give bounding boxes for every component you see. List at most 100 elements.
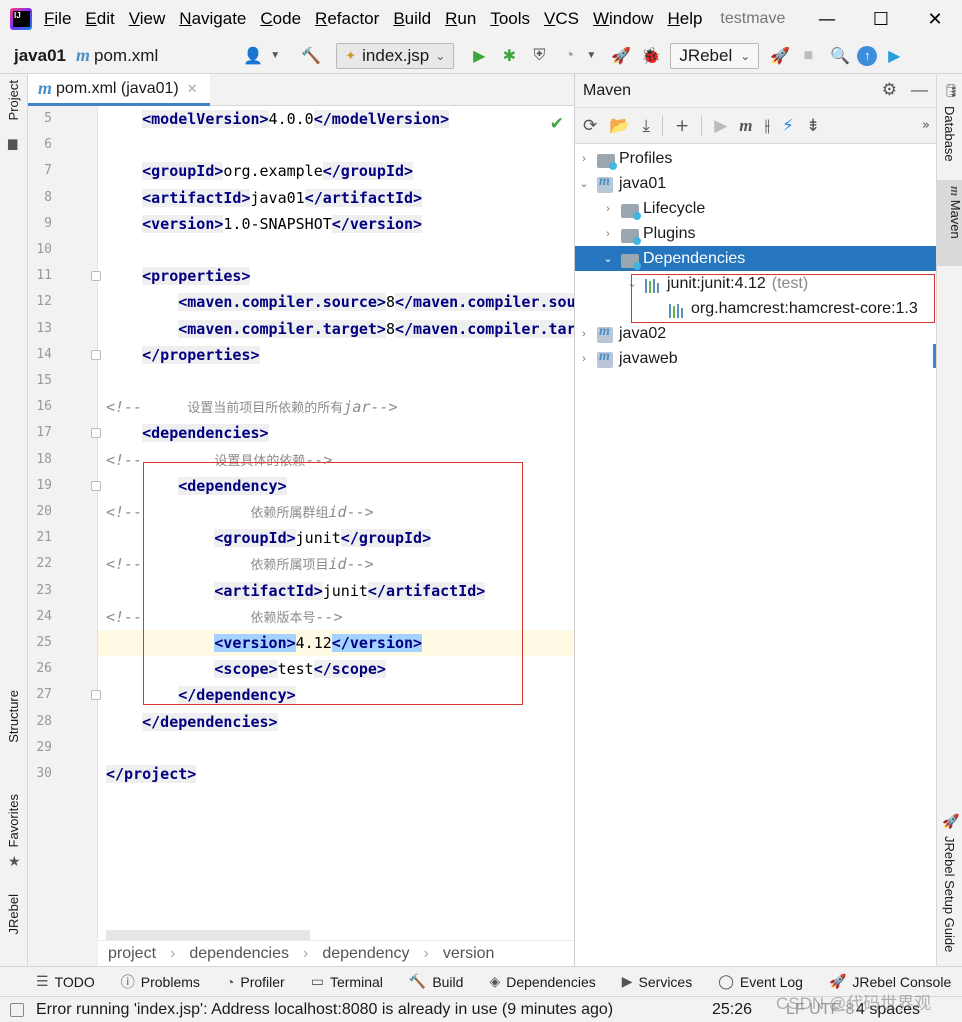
search-icon[interactable]: 🔍	[829, 45, 851, 67]
close-window-icon[interactable]: ✕	[908, 0, 962, 38]
tool-window-terminal[interactable]: ▭ Terminal	[311, 973, 383, 990]
build-hammer-icon[interactable]: 🔨	[300, 45, 322, 67]
chevron-down-icon[interactable]: ▼	[264, 45, 286, 67]
execute-goal-icon[interactable]: m	[739, 116, 752, 136]
status-message[interactable]: Error running 'index.jsp': Address local…	[36, 1001, 613, 1019]
maximize-icon[interactable]: ☐	[854, 0, 908, 38]
gear-icon[interactable]: ⚙	[882, 80, 897, 100]
jrebel-setup-guide-tab[interactable]: JRebel Setup Guide	[942, 836, 957, 952]
line-number: 29	[36, 739, 52, 755]
chevron-right-icon[interactable]: ›	[601, 203, 615, 215]
deploy-icon[interactable]: 🚀	[769, 45, 791, 67]
code-area[interactable]: <modelVersion>4.0.0</modelVersion> <group…	[98, 106, 574, 940]
chevron-right-icon[interactable]: ›	[577, 328, 591, 340]
tree-node[interactable]: › javaweb	[575, 346, 937, 371]
run-icon[interactable]: ▶	[468, 45, 490, 67]
chevron-down-icon[interactable]: ⌄	[601, 252, 615, 265]
tree-node[interactable]: ⌄ Dependencies	[575, 246, 937, 271]
hide-icon[interactable]: —	[911, 80, 928, 100]
update-icon[interactable]: ↑	[857, 45, 878, 66]
favorites-tool-tab[interactable]: Favorites	[6, 794, 21, 847]
close-icon[interactable]: ✕	[187, 81, 198, 97]
menu-vcs[interactable]: VCS	[544, 9, 579, 29]
collapse-all-icon[interactable]: ⇟	[806, 116, 820, 136]
more-icon[interactable]: »	[922, 118, 930, 133]
tree-node[interactable]: › Lifecycle	[575, 196, 937, 221]
folder-icon	[597, 150, 617, 170]
menu-file[interactable]: File	[44, 9, 71, 29]
run-config-select[interactable]: ✦ index.jsp ⌄	[336, 42, 455, 69]
breadcrumb-item[interactable]: dependency	[322, 945, 409, 963]
inspection-ok-icon[interactable]: ✔	[550, 114, 564, 134]
jrebel-tool-tab[interactable]: JRebel	[6, 894, 21, 934]
menu-window[interactable]: Window	[593, 9, 653, 29]
tab-pom-xml[interactable]: m pom.xml (java01) ✕	[28, 74, 210, 106]
breadcrumb-item[interactable]: dependencies	[189, 945, 289, 963]
jrebel-select[interactable]: JRebel ⌄	[670, 42, 760, 69]
chevron-right-icon[interactable]: ›	[577, 353, 591, 365]
skip-tests-icon[interactable]: ⚡	[782, 116, 794, 136]
menu-build[interactable]: Build	[393, 9, 431, 29]
run-icon[interactable]: ▶	[714, 116, 727, 136]
structure-tool-tab[interactable]: Structure	[6, 690, 21, 743]
caret-position[interactable]: 25:26	[712, 1001, 752, 1019]
tree-node[interactable]: › Plugins	[575, 221, 937, 246]
tool-window-profiler[interactable]: ◔ Profiler	[226, 974, 285, 990]
code-comment: 设置当前项目所依赖的所有	[187, 401, 344, 417]
minimize-icon[interactable]: —	[800, 0, 854, 38]
menu-run[interactable]: Run	[445, 9, 476, 29]
project-tool-tab[interactable]: Project	[6, 80, 21, 120]
tree-node[interactable]: org.hamcrest:hamcrest-core:1.3	[575, 296, 937, 321]
menu-help[interactable]: Help	[667, 9, 702, 29]
database-tool-tab[interactable]: Database	[942, 106, 957, 162]
tool-window-build[interactable]: 🔨 Build	[409, 973, 464, 990]
tool-window-problems[interactable]: ⓘ Problems	[121, 972, 200, 992]
chevron-right-icon[interactable]: ›	[601, 228, 615, 240]
nav-file[interactable]: pom.xml	[94, 46, 158, 66]
download-icon[interactable]: ⤓	[642, 116, 650, 136]
horizontal-scrollbar[interactable]	[106, 930, 310, 940]
add-icon[interactable]: +	[675, 116, 689, 136]
tool-window-jrebel-console[interactable]: 🚀 JRebel Console	[829, 973, 951, 990]
toggle-offline-icon[interactable]: ⫲	[765, 116, 771, 136]
tree-node[interactable]: ⌄ java01	[575, 171, 937, 196]
xml-tag: <artifactId>	[214, 581, 323, 600]
tool-window-services[interactable]: ▶ Services	[622, 973, 692, 990]
chevron-down-icon[interactable]: ▼	[580, 45, 602, 67]
menu-navigate[interactable]: Navigate	[179, 9, 246, 29]
menu-tools[interactable]: Tools	[490, 9, 530, 29]
maven-tool-tab[interactable]: m Maven	[937, 180, 962, 266]
dependencies-icon: ◈	[489, 973, 501, 989]
menu-view[interactable]: View	[129, 9, 166, 29]
chevron-right-icon[interactable]: ›	[577, 153, 591, 165]
reload-icon[interactable]: ⟳	[583, 116, 597, 136]
code-editor[interactable]: 5 6 7 8 9 10 11 12 13 14 15 16 17 18 19 20 21 22 23 24 25 26 2…	[28, 106, 574, 940]
nav-project[interactable]: java01	[14, 46, 66, 66]
coverage-icon[interactable]: ⛨	[528, 45, 550, 67]
chevron-down-icon[interactable]: ⌄	[625, 277, 639, 290]
menu-code[interactable]: Code	[260, 9, 301, 29]
tree-node[interactable]: › Profiles	[575, 146, 937, 171]
status-error-icon[interactable]	[10, 1002, 24, 1017]
tool-window-todo[interactable]: ☰ TODO	[36, 973, 95, 990]
tool-window-dependencies[interactable]: ◈ Dependencies	[489, 973, 595, 990]
code-with-me-icon[interactable]: ▶	[883, 45, 905, 67]
user-icon[interactable]: 👤	[242, 45, 264, 67]
tree-node[interactable]: ⌄ junit:junit:4.12 (test)	[575, 271, 937, 296]
reimport-folder-icon[interactable]: 📂	[609, 116, 630, 136]
debug-icon[interactable]: ✱	[498, 45, 520, 67]
code-text: org.example	[223, 162, 323, 181]
profile-icon[interactable]: ◔	[558, 45, 580, 67]
jrebel-debug-icon[interactable]: 🐞	[640, 45, 662, 67]
breadcrumb-item[interactable]: version	[443, 945, 495, 963]
menu-edit[interactable]: Edit	[85, 9, 114, 29]
tool-window-event-log[interactable]: ◯ Event Log	[718, 973, 803, 990]
tree-node[interactable]: › java02	[575, 321, 937, 346]
menu-refactor[interactable]: Refactor	[315, 9, 379, 29]
breadcrumb-item[interactable]: project	[108, 945, 156, 963]
chevron-down-icon[interactable]: ⌄	[577, 177, 591, 190]
jrebel-run-icon[interactable]: 🚀	[610, 45, 632, 67]
stop-icon[interactable]: ■	[797, 45, 819, 67]
build-icon: 🔨	[408, 973, 427, 989]
code-line-content: </project>	[98, 765, 197, 783]
